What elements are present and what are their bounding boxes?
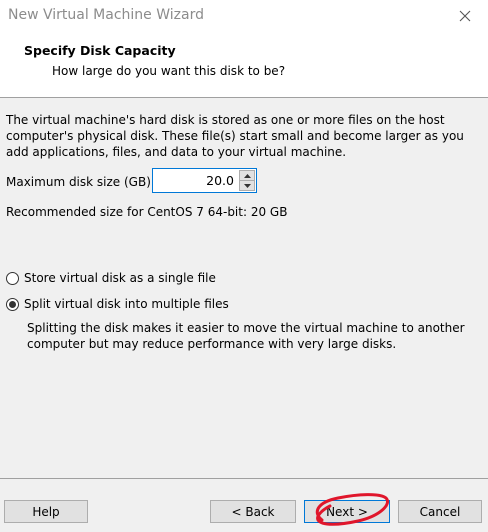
- split-description: Splitting the disk makes it easier to mo…: [27, 321, 465, 351]
- page-title: Specify Disk Capacity: [24, 43, 176, 58]
- stepper-arrows: [239, 170, 255, 191]
- close-icon: [459, 10, 471, 21]
- single-file-label[interactable]: Store virtual disk as a single file: [24, 271, 216, 285]
- back-button[interactable]: < Back: [210, 500, 296, 523]
- chevron-up-icon: [243, 173, 251, 178]
- disk-size-label: Maximum disk size (GB):: [6, 175, 155, 189]
- title-bar: New Virtual Machine Wizard: [0, 0, 488, 31]
- wizard-footer: Help < Back Next > Cancel: [0, 479, 488, 532]
- page-subtitle: How large do you want this disk to be?: [52, 64, 286, 78]
- next-button[interactable]: Next >: [304, 500, 390, 523]
- stepper-down-button[interactable]: [239, 180, 255, 191]
- disk-size-stepper[interactable]: 20.0: [152, 168, 257, 193]
- single-file-radio[interactable]: [6, 271, 19, 285]
- wizard-header: Specify Disk Capacity How large do you w…: [0, 31, 488, 97]
- disk-description: The virtual machine's hard disk is store…: [6, 113, 464, 159]
- wizard-content: The virtual machine's hard disk is store…: [0, 98, 488, 478]
- window-title: New Virtual Machine Wizard: [8, 7, 204, 23]
- recommended-size-text: Recommended size for CentOS 7 64-bit: 20…: [6, 205, 288, 219]
- split-files-option[interactable]: Split virtual disk into multiple files: [6, 297, 229, 311]
- disk-size-input[interactable]: 20.0: [206, 173, 234, 188]
- help-button[interactable]: Help: [4, 500, 88, 523]
- close-button[interactable]: [442, 0, 488, 31]
- single-file-option[interactable]: Store virtual disk as a single file: [6, 271, 216, 285]
- split-files-label[interactable]: Split virtual disk into multiple files: [24, 297, 229, 311]
- chevron-down-icon: [243, 183, 251, 188]
- cancel-button[interactable]: Cancel: [398, 500, 482, 523]
- split-files-radio[interactable]: [6, 297, 19, 311]
